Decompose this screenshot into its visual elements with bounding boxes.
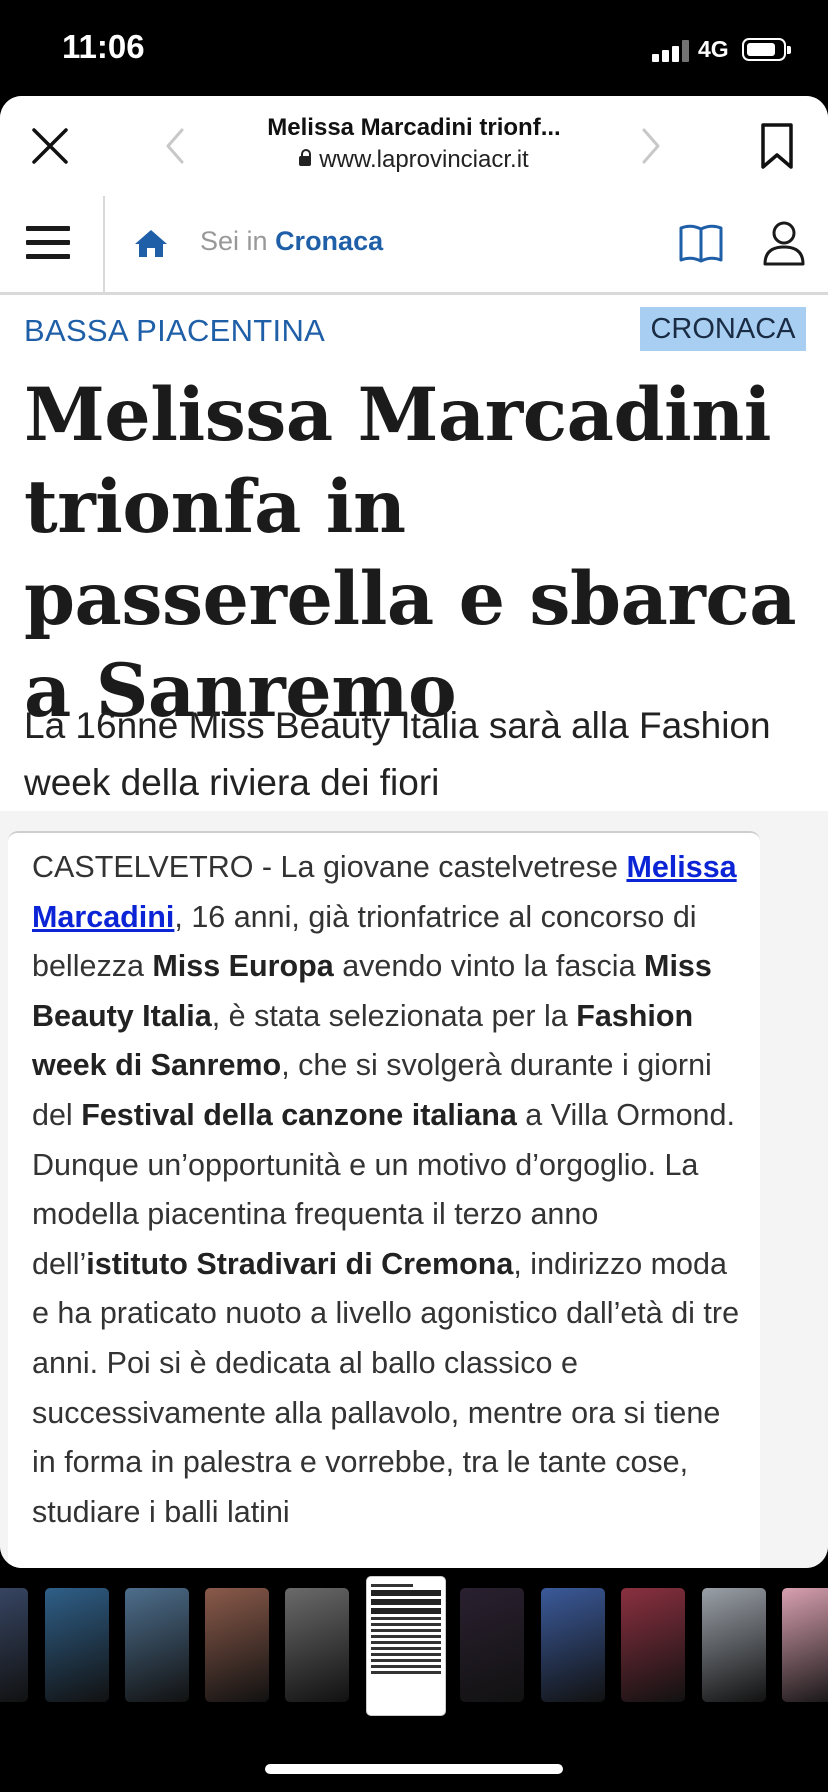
- back-arrow-icon[interactable]: [160, 126, 190, 166]
- breadcrumb: Sei in Cronaca: [200, 226, 383, 257]
- user-icon[interactable]: [762, 220, 806, 266]
- body-bold: Festival della canzone italiana: [81, 1097, 517, 1132]
- forward-arrow-icon[interactable]: [636, 126, 666, 166]
- photo-thumb-9[interactable]: [621, 1588, 685, 1702]
- photo-thumbnail-strip[interactable]: [0, 1576, 828, 1720]
- browser-sheet: Melissa Marcadini trionf... www.laprovin…: [0, 96, 828, 1568]
- article-headline: Melissa Marcadini trionfa in passerella …: [24, 372, 797, 734]
- browser-toolbar: Melissa Marcadini trionf... www.laprovin…: [0, 96, 828, 197]
- article-kicker[interactable]: BASSA PIACENTINA: [24, 313, 325, 349]
- network-type: 4G: [698, 36, 729, 62]
- photo-thumb-4[interactable]: [205, 1588, 269, 1702]
- bookmark-icon[interactable]: [760, 122, 794, 170]
- photo-thumb-5[interactable]: [285, 1588, 349, 1702]
- photo-thumb-1[interactable]: [0, 1588, 28, 1702]
- photo-thumb-7[interactable]: [460, 1588, 524, 1702]
- section-tag[interactable]: CRONACA: [640, 307, 806, 351]
- body-text: CASTELVETRO - La giovane castelvetrese: [32, 850, 627, 884]
- nav-divider: [103, 196, 105, 292]
- url-text: www.laprovinciacr.it: [319, 146, 529, 173]
- article-body-area: CASTELVETRO - La giovane castelvetrese M…: [0, 811, 828, 1568]
- body-text: avendo vinto la fascia: [333, 949, 645, 984]
- close-icon[interactable]: [30, 126, 70, 166]
- article-body: CASTELVETRO - La giovane castelvetrese M…: [32, 843, 742, 1537]
- breadcrumb-prefix: Sei in: [200, 226, 268, 256]
- body-text: , è stata selezionata per la: [211, 998, 577, 1033]
- home-indicator[interactable]: [265, 1764, 563, 1774]
- article-body-card: CASTELVETRO - La giovane castelvetrese M…: [8, 831, 760, 1568]
- body-bold: Miss Europa: [152, 949, 334, 984]
- lock-icon: [299, 149, 312, 166]
- photo-thumb-10[interactable]: [702, 1588, 766, 1702]
- page-title: Melissa Marcadini trionf...: [267, 114, 561, 141]
- site-navigation: Sei in Cronaca: [0, 196, 828, 295]
- photo-thumb-2[interactable]: [45, 1588, 109, 1702]
- body-bold: istituto Stradivari di Cremona: [86, 1246, 514, 1281]
- book-icon[interactable]: [678, 222, 724, 264]
- body-text: , indirizzo moda e ha praticato nuoto a …: [32, 1246, 740, 1529]
- article-header: BASSA PIACENTINA CRONACA Melissa Marcadi…: [0, 295, 828, 811]
- home-icon[interactable]: [134, 228, 168, 258]
- photo-thumb-11[interactable]: [782, 1588, 828, 1702]
- status-bar: 11:06 4G: [0, 0, 828, 96]
- breadcrumb-section[interactable]: Cronaca: [275, 226, 383, 256]
- url-row: www.laprovinciacr.it: [200, 146, 628, 174]
- address-area[interactable]: Melissa Marcadini trionf... www.laprovin…: [200, 114, 628, 174]
- signal-strength-icon: [652, 40, 690, 62]
- status-time: 11:06: [62, 28, 145, 65]
- menu-icon[interactable]: [26, 226, 70, 262]
- screenshot-thumb-active[interactable]: [366, 1576, 446, 1716]
- photo-thumb-8[interactable]: [541, 1588, 605, 1702]
- photo-thumb-3[interactable]: [125, 1588, 189, 1702]
- battery-icon: [742, 38, 791, 61]
- article-subhead: La 16nne Miss Beauty Italia sarà alla Fa…: [24, 705, 771, 803]
